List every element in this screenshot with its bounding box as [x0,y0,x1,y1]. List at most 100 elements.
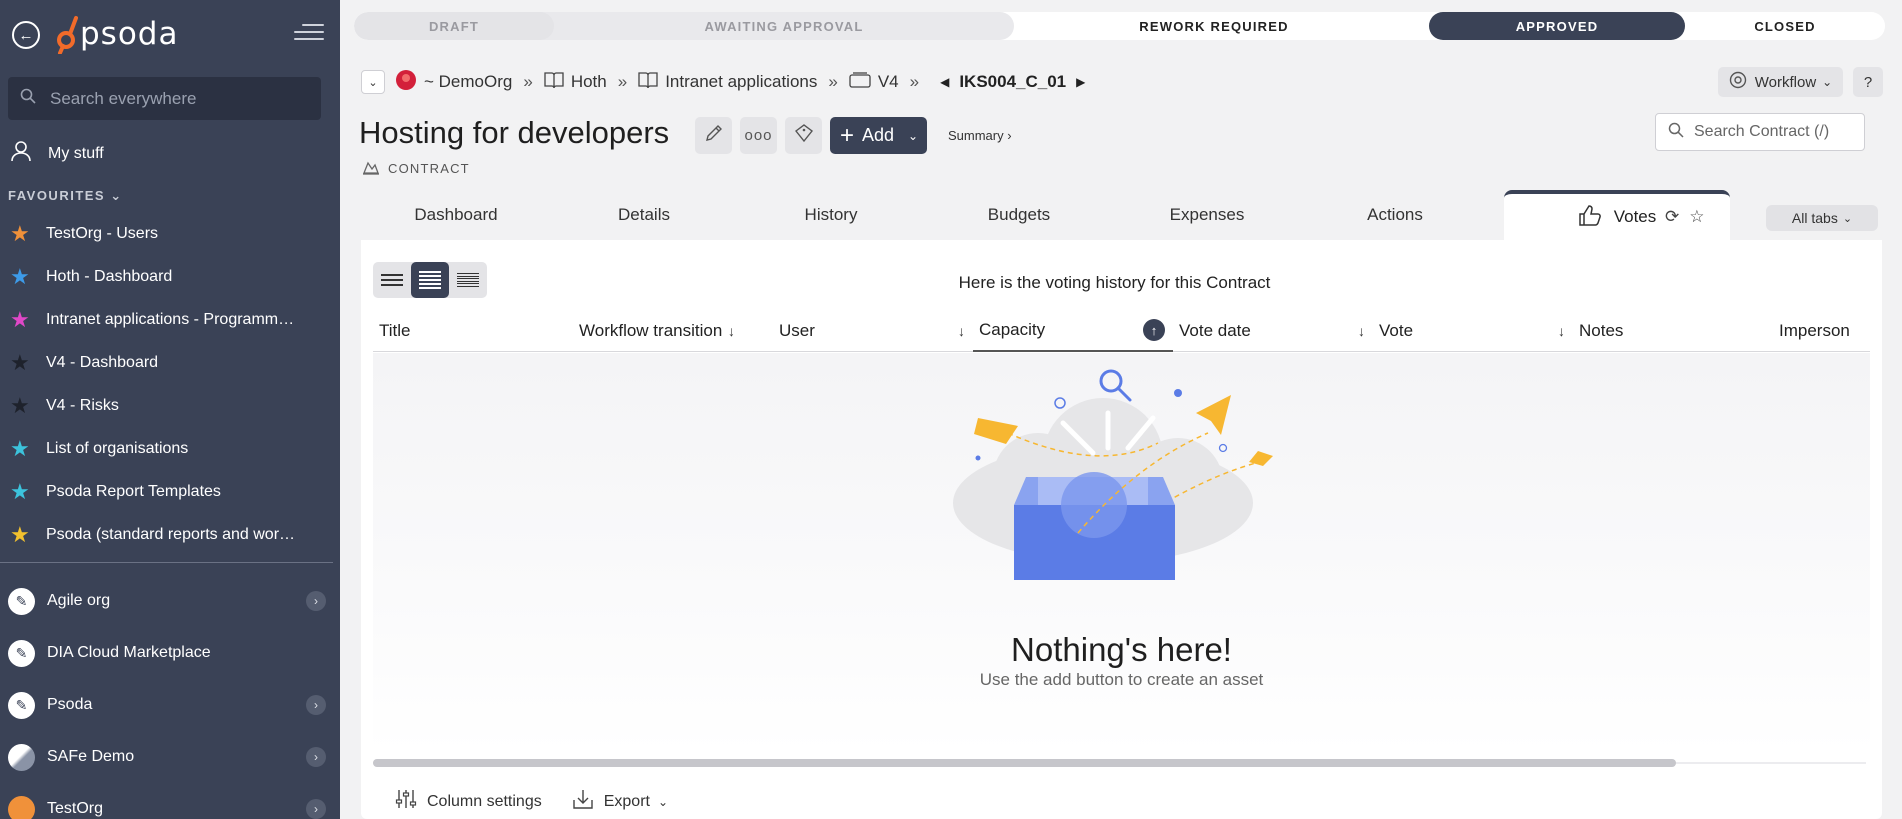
column-user[interactable]: User ↓ [779,310,969,352]
breadcrumb-item-demoorg[interactable]: ~ DemoOrg [395,69,512,96]
org-logo-icon [395,69,417,96]
tab-dashboard[interactable]: Dashboard [361,190,551,240]
favourite-item[interactable]: ★ List of organisations [0,427,340,470]
breadcrumb-item-hoth[interactable]: Hoth [544,71,607,94]
chevron-down-icon: ⌄ [1842,212,1853,225]
next-item-icon[interactable]: ▶ [1076,75,1085,89]
contract-icon [362,159,380,178]
breadcrumb-separator: » [523,72,533,91]
project-icon [849,71,871,93]
chevron-right-icon[interactable]: › [306,747,326,767]
sliders-icon [395,788,417,815]
breadcrumb-separator: » [828,72,838,91]
favourite-item[interactable]: ★ V4 - Risks [0,384,340,427]
back-icon[interactable]: ← [12,21,40,49]
logo-text: psoda [80,16,179,52]
org-logo-icon [8,795,35,819]
column-notes[interactable]: Notes [1579,310,1769,352]
chevron-down-icon: ⌄ [110,188,123,203]
ellipsis-icon: ooo [744,127,773,144]
thumbs-up-icon [1578,204,1602,231]
help-button[interactable]: ? [1853,67,1883,97]
org-item-safe-demo[interactable]: SAFe Demo › [0,731,340,783]
org-brush-icon: ✎ [8,639,35,667]
breadcrumb-current: IKS004_C_01 [959,72,1067,91]
edit-button[interactable] [695,117,732,154]
org-logo-icon [8,743,35,771]
votes-panel: Here is the voting history for this Cont… [361,240,1882,819]
org-item-psoda[interactable]: ✎ Psoda › [0,679,340,731]
column-vote-date[interactable]: Vote date ↓ [1179,310,1369,352]
sidebar-divider [0,562,333,563]
tab-details[interactable]: Details [551,190,737,240]
favourite-item[interactable]: ★ Psoda Report Templates [0,470,340,513]
previous-item-icon[interactable]: ◀ [940,75,949,89]
column-vote[interactable]: Vote ↓ [1379,310,1569,352]
plus-icon: + [840,121,855,149]
star-icon: ★ [10,220,30,246]
column-impersonated[interactable]: Imperson [1779,310,1870,352]
favourite-item[interactable]: ★ Hoth - Dashboard [0,255,340,298]
favourite-item[interactable]: ★ TestOrg - Users [0,212,340,255]
chevron-right-icon[interactable]: › [306,799,326,819]
sort-arrow-icon[interactable]: ↓ [1358,323,1365,339]
organisation-list: ✎ Agile org › ✎ DIA Cloud Marketplace ✎ Psod… [0,575,340,819]
sort-arrow-icon[interactable]: ↓ [728,323,735,339]
column-workflow-transition[interactable]: Workflow transition ↓ [579,310,739,352]
favourite-item[interactable]: ★ Psoda (standard reports and work... [0,513,340,556]
search-contract-input[interactable] [1694,123,1854,141]
org-brush-icon: ✎ [8,587,35,615]
column-settings-button[interactable]: Column settings [395,788,542,815]
tab-expenses[interactable]: Expenses [1113,190,1301,240]
tab-actions[interactable]: Actions [1301,190,1489,240]
sort-ascending-icon[interactable]: ↑ [1143,319,1165,341]
scrollbar-thumb[interactable] [373,759,1676,767]
favourites-heading[interactable]: FAVOURITES ⌄ [8,188,123,204]
download-icon [572,788,594,815]
favourites-list: ★ TestOrg - Users ★ Hoth - Dashboard ★ Intr… [0,212,340,556]
sort-arrow-icon[interactable]: ↓ [1558,323,1565,339]
org-item-agile-org[interactable]: ✎ Agile org › [0,575,340,627]
breadcrumb-item-v4[interactable]: V4 [849,71,899,93]
summary-link[interactable]: Summary › [948,128,1012,143]
tab-budgets[interactable]: Budgets [925,190,1113,240]
sidebar-item-my-stuff[interactable]: My stuff [10,140,104,167]
search-icon [20,88,36,109]
status-stage-draft: DRAFT [354,12,554,40]
votes-table-header: Title Workflow transition ↓ User ↓ Capacit… [373,310,1870,352]
book-icon [638,71,658,94]
page-title: Hosting for developers [359,115,670,150]
chevron-right-icon[interactable]: › [306,591,326,611]
tab-tools: ⟳ ☆ [1665,207,1705,227]
all-tabs-button[interactable]: All tabs ⌄ [1766,205,1878,231]
breadcrumb-item-intranet-applications[interactable]: Intranet applications [638,71,817,94]
empty-state-subtitle: Use the add button to create an asset [979,670,1264,689]
star-icon: ★ [10,306,30,332]
tab-history[interactable]: History [737,190,925,240]
chevron-down-icon: ⌄ [657,794,669,809]
chevron-right-icon[interactable]: › [306,695,326,715]
refresh-icon[interactable]: ⟳ [1665,207,1679,227]
org-item-testorg[interactable]: TestOrg › [0,783,340,819]
star-outline-icon[interactable]: ☆ [1689,207,1704,227]
search-everywhere-input[interactable] [50,88,310,109]
favourite-item[interactable]: ★ V4 - Dashboard [0,341,340,384]
column-capacity[interactable]: Capacity ↑ [973,310,1173,352]
collapse-menu-icon[interactable] [294,22,324,46]
panel-intro-text: Here is the voting history for this Cont… [958,273,1271,292]
chevron-down-icon[interactable]: ⌄ [361,70,385,94]
org-item-dia-cloud-marketplace[interactable]: ✎ DIA Cloud Marketplace [0,627,340,679]
logo[interactable]: psoda [56,14,178,54]
workflow-button[interactable]: Workflow ⌄ [1718,67,1843,97]
horizontal-scrollbar[interactable] [373,759,1866,767]
add-button[interactable]: + Add ⌄ [830,117,927,154]
sidebar: ← psoda My stuff FAVOURITES ⌄ ★TestOrg - [0,0,340,819]
favourite-item[interactable]: ★ Intranet applications - Programme... [0,298,340,341]
sort-arrow-icon[interactable]: ↓ [958,323,965,339]
sidebar-header: ← psoda [0,0,340,68]
tag-button[interactable] [785,117,822,154]
more-options-button[interactable]: ooo [740,117,777,154]
export-button[interactable]: Export ⌄ [572,788,668,815]
column-title[interactable]: Title [379,310,569,352]
asset-type-label: CONTRACT [362,159,470,178]
